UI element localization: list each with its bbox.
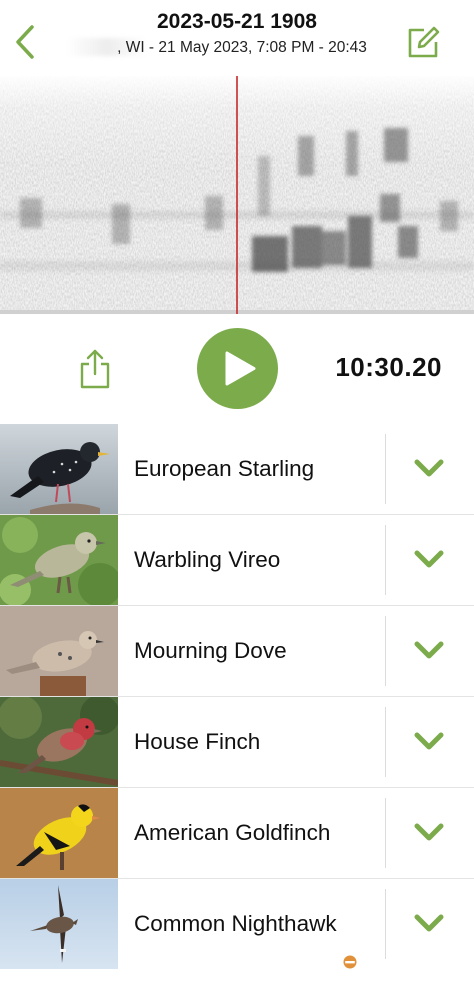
row-divider: [385, 616, 386, 686]
spectrogram-image: [0, 76, 474, 314]
row-divider: [385, 798, 386, 868]
row-divider: [385, 707, 386, 777]
chevron-down-icon: [414, 914, 444, 932]
row-divider: [385, 525, 386, 595]
list-item[interactable]: House Finch: [0, 696, 474, 787]
expand-button[interactable]: [414, 547, 444, 573]
playback-time: 10:30.20: [335, 352, 442, 382]
species-name: Mourning Dove: [134, 638, 287, 663]
spectrogram[interactable]: [0, 76, 474, 314]
recording-title: 2023-05-21 1908: [157, 10, 317, 33]
row-divider: [385, 889, 386, 959]
chevron-down-icon: [414, 823, 444, 841]
partial-match-badge-icon: [343, 917, 357, 969]
edit-button[interactable]: [404, 24, 442, 62]
species-name: European Starling: [134, 456, 315, 481]
finch-photo: [0, 697, 118, 787]
expand-button[interactable]: [414, 911, 444, 937]
expand-button[interactable]: [414, 729, 444, 755]
expand-button[interactable]: [414, 456, 444, 482]
share-button[interactable]: [78, 348, 112, 390]
share-icon: [80, 349, 110, 389]
expand-button[interactable]: [414, 638, 444, 664]
play-icon: [225, 351, 256, 386]
vireo-photo: [0, 515, 118, 605]
list-item[interactable]: Mourning Dove: [0, 605, 474, 696]
chevron-down-icon: [414, 459, 444, 477]
expand-button[interactable]: [414, 820, 444, 846]
list-item[interactable]: American Goldfinch: [0, 787, 474, 878]
chevron-down-icon: [414, 732, 444, 750]
play-button[interactable]: [197, 328, 278, 409]
chevron-down-icon: [414, 641, 444, 659]
starling-photo: [0, 424, 118, 514]
list-item[interactable]: Warbling Vireo: [0, 514, 474, 605]
chevron-down-icon: [414, 550, 444, 568]
header: 2023-05-21 1908 , WI - 21 May 2023, 7:08…: [0, 0, 474, 80]
species-name: House Finch: [134, 729, 261, 754]
species-name: American Goldfinch: [134, 820, 331, 845]
dove-photo: [0, 606, 118, 696]
list-item[interactable]: European Starling: [0, 424, 474, 514]
list-item[interactable]: Common Nighthawk: [0, 878, 474, 969]
edit-note-icon: [408, 26, 440, 58]
goldfinch-photo: [0, 788, 118, 878]
player-controls: 10:30.20: [0, 320, 474, 420]
species-name: Warbling Vireo: [134, 547, 281, 572]
row-divider: [385, 434, 386, 504]
species-list: European Starling Warbling Vireo Mournin…: [0, 424, 474, 969]
recording-subtitle: , WI - 21 May 2023, 7:08 PM - 20:43: [117, 39, 367, 56]
